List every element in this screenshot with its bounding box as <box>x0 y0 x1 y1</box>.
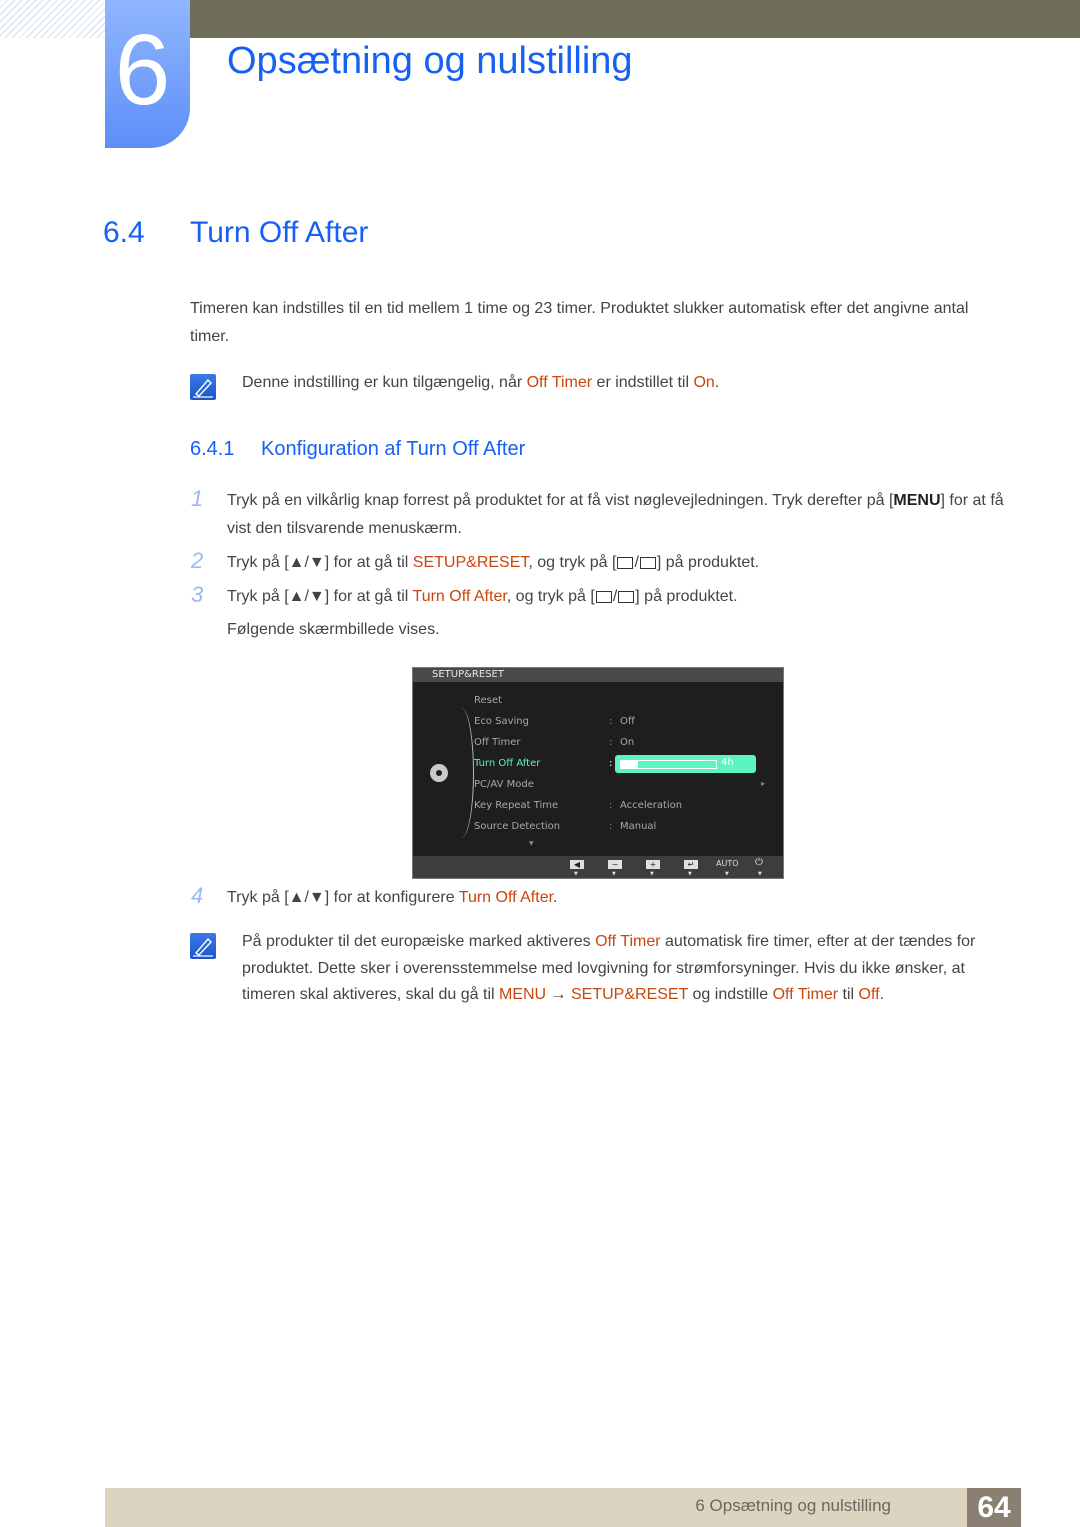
osd-separator: : <box>609 758 613 769</box>
page-number: 64 <box>967 1488 1021 1527</box>
osd-separator: : <box>609 821 613 832</box>
subsection-title: Konfiguration af Turn Off After <box>261 438 526 460</box>
osd-item-reset: Reset <box>474 695 502 706</box>
slider-track <box>620 760 717 769</box>
minus-button-icon: − <box>608 860 622 869</box>
osd-menu-screenshot: SETUP&RESET Reset Eco Saving : Off Off T… <box>412 667 784 879</box>
note-eu-market: På produkter til det europæiske marked a… <box>242 933 976 1003</box>
header-hatch-decoration <box>0 0 105 38</box>
step-number: 3 <box>191 582 204 607</box>
scroll-down-icon: ▼ <box>529 840 534 847</box>
arrow-right-icon: → <box>546 986 571 1003</box>
gear-icon <box>430 764 448 782</box>
header-bar <box>190 0 1080 38</box>
step-3-followup: Følgende skærmbillede vises. <box>227 621 440 638</box>
source-key-icon <box>595 590 612 603</box>
step-number: 4 <box>191 883 204 908</box>
highlight-setup-reset: SETUP&RESET <box>571 986 689 1003</box>
section-number: 6.4 <box>103 216 145 249</box>
osd-separator: : <box>609 800 613 811</box>
osd-separator: : <box>609 737 613 748</box>
step-number: 1 <box>191 486 204 511</box>
section-title: Turn Off After <box>190 216 369 249</box>
button-marker-icon: ▼ <box>612 871 616 877</box>
step-1-text: Tryk på en vilkårlig knap forrest på pro… <box>227 492 1004 537</box>
slider-fill <box>621 761 638 768</box>
slider-value: 4h <box>721 757 734 768</box>
highlight-setup-reset: SETUP&RESET <box>412 554 529 571</box>
submenu-arrow-icon: ▸ <box>761 779 766 788</box>
subsection-number: 6.4.1 <box>190 438 235 460</box>
note-availability: Denne indstilling er kun tilgængelig, nå… <box>242 374 720 391</box>
highlight-turn-off-after: Turn Off After <box>412 588 507 605</box>
osd-value-key-repeat-time: Acceleration <box>620 800 683 811</box>
osd-item-key-repeat-time: Key Repeat Time <box>474 800 559 811</box>
highlight-off-timer: Off Timer <box>595 933 661 950</box>
chapter-number: 6 <box>114 14 171 126</box>
highlight-menu: MENU <box>499 986 547 1003</box>
enter-key-icon <box>618 590 635 603</box>
osd-separator: : <box>609 716 613 727</box>
footer-chapter: 6 Opsætning og nulstilling <box>695 1496 891 1515</box>
button-marker-icon: ▼ <box>725 871 729 877</box>
note-icon <box>190 374 216 400</box>
step-4-text: Tryk på [▲/▼] for at konfigurere Turn Of… <box>227 889 558 906</box>
osd-value-off-timer: On <box>620 737 635 748</box>
chapter-title: Opsætning og nulstilling <box>227 40 633 82</box>
osd-item-off-timer: Off Timer <box>474 737 521 748</box>
button-marker-icon: ▼ <box>758 871 762 877</box>
step-3-text: Tryk på [▲/▼] for at gå til Turn Off Aft… <box>227 588 738 605</box>
osd-value-eco-saving: Off <box>620 716 635 727</box>
osd-item-source-detection: Source Detection <box>474 821 561 832</box>
button-marker-icon: ▼ <box>688 871 692 877</box>
osd-value-source-detection: Manual <box>620 821 657 832</box>
highlight-off: Off <box>858 986 880 1003</box>
osd-button-bar: ◀ ▼ − ▼ + ▼ ↵ ▼ AUTO ▼ ⏻ ▼ <box>413 856 783 878</box>
highlight-turn-off-after: Turn Off After <box>458 889 554 906</box>
highlight-off-timer: Off Timer <box>526 374 593 391</box>
chapter-badge: 6 <box>105 0 190 148</box>
power-button-icon: ⏻ <box>755 857 763 868</box>
highlight-off-timer: Off Timer <box>772 986 839 1003</box>
osd-item-eco-saving: Eco Saving <box>474 716 529 727</box>
osd-item-pc-av-mode: PC/AV Mode <box>474 779 534 790</box>
highlight-on: On <box>693 374 715 391</box>
button-marker-icon: ▼ <box>650 871 654 877</box>
osd-arc-decoration <box>453 708 474 838</box>
step-number: 2 <box>191 548 204 573</box>
page-footer: 6 Opsætning og nulstilling <box>105 1488 1021 1527</box>
button-marker-icon: ▼ <box>574 871 578 877</box>
source-key-icon <box>617 556 634 569</box>
osd-turn-off-after-slider: 4h <box>615 755 756 773</box>
osd-item-turn-off-after: Turn Off After <box>474 758 541 769</box>
auto-button-label: AUTO <box>716 859 739 868</box>
step-2-text: Tryk på [▲/▼] for at gå til SETUP&RESET,… <box>227 554 760 571</box>
enter-key-icon <box>639 556 656 569</box>
intro-paragraph: Timeren kan indstilles til en tid mellem… <box>190 300 969 345</box>
note-icon <box>190 933 216 959</box>
osd-title: SETUP&RESET <box>413 668 783 682</box>
left-button-icon: ◀ <box>570 860 584 869</box>
menu-key-label: MENU <box>893 492 941 509</box>
enter-button-icon: ↵ <box>684 860 698 869</box>
plus-button-icon: + <box>646 860 660 869</box>
